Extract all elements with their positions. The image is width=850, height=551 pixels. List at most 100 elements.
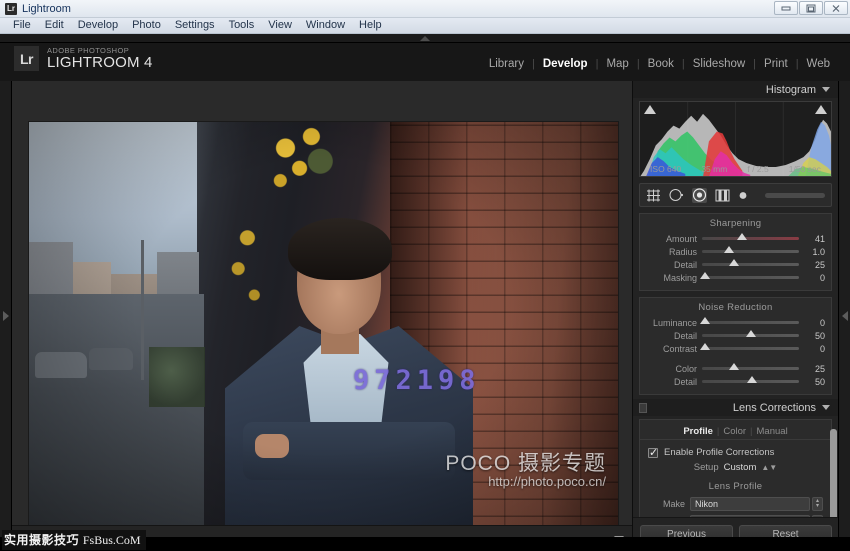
minimize-icon[interactable] bbox=[774, 1, 798, 15]
histogram-graph[interactable]: ISO 640 35 mm f / 2.5 1/50 sec bbox=[639, 101, 832, 177]
chevron-down-icon[interactable] bbox=[822, 87, 830, 92]
module-book[interactable]: Book bbox=[640, 58, 682, 70]
slider-track[interactable] bbox=[702, 330, 799, 337]
menu-file[interactable]: File bbox=[6, 18, 38, 33]
slider-detail[interactable]: Detail 25 bbox=[640, 258, 831, 271]
menu-develop[interactable]: Develop bbox=[71, 18, 125, 33]
app-icon: Lr bbox=[5, 2, 17, 15]
tab-manual[interactable]: Manual bbox=[757, 426, 788, 437]
page-watermark-en: FsBus.CoM bbox=[82, 533, 141, 547]
slider-amount[interactable]: Amount 41 bbox=[640, 232, 831, 245]
shadow-clipping-indicator[interactable] bbox=[644, 105, 656, 114]
lens-corrections-panel-header[interactable]: Lens Corrections bbox=[633, 399, 838, 416]
slider-knob[interactable] bbox=[745, 330, 756, 337]
slider-knob[interactable] bbox=[736, 233, 747, 240]
slider-track[interactable] bbox=[702, 259, 799, 266]
app-window: Lr Lightroom File Edit Develop Photo Set… bbox=[0, 0, 850, 551]
menu-help[interactable]: Help bbox=[352, 18, 389, 33]
lens-make-row[interactable]: Make Nikon ▴ ▾ bbox=[640, 495, 831, 513]
chevron-down-icon[interactable] bbox=[822, 405, 830, 410]
module-web[interactable]: Web bbox=[799, 58, 838, 70]
menu-edit[interactable]: Edit bbox=[38, 18, 71, 33]
spot-removal-tool-icon[interactable] bbox=[669, 188, 684, 203]
chevron-right-icon[interactable] bbox=[2, 311, 9, 321]
slider-color[interactable]: Color 25 bbox=[640, 362, 831, 375]
stepper-icon[interactable]: ▴▾ bbox=[812, 497, 823, 511]
crop-overlay-tool-icon[interactable] bbox=[646, 188, 661, 203]
slider-luminance[interactable]: Luminance 0 bbox=[640, 316, 831, 329]
tool-size-slider[interactable] bbox=[765, 192, 825, 198]
menu-settings[interactable]: Settings bbox=[168, 18, 222, 33]
checkbox-icon[interactable] bbox=[648, 446, 658, 459]
app-header: Lr ADOBE PHOTOSHOP LIGHTROOM 4 Library |… bbox=[0, 43, 850, 81]
slider-knob[interactable] bbox=[699, 343, 710, 350]
right-panel-collapse-strip[interactable] bbox=[838, 81, 850, 551]
close-icon[interactable] bbox=[824, 1, 848, 15]
photo-watermark-line1: POCO 摄影专题 bbox=[445, 451, 606, 475]
slider-value: 0 bbox=[819, 317, 825, 328]
slider-knob[interactable] bbox=[699, 272, 710, 279]
slider-color-detail[interactable]: Detail 50 bbox=[640, 375, 831, 388]
stepper-icon[interactable]: ▲▼ bbox=[761, 463, 777, 472]
tab-separator: | bbox=[716, 426, 720, 437]
content-row: 972198 POCO 摄影专题 http://photo.poco.cn/ Y… bbox=[0, 81, 850, 551]
module-slideshow[interactable]: Slideshow bbox=[685, 58, 753, 70]
adjustment-brush-tool-icon[interactable] bbox=[738, 188, 753, 203]
chevron-up-icon[interactable] bbox=[420, 36, 430, 41]
module-map[interactable]: Map bbox=[598, 58, 636, 70]
slider-knob[interactable] bbox=[747, 376, 758, 383]
histogram-panel-title: Histogram bbox=[765, 83, 816, 96]
slider-masking[interactable]: Masking 0 bbox=[640, 271, 831, 284]
graduated-filter-tool-icon[interactable] bbox=[715, 188, 730, 203]
enable-profile-corrections-row[interactable]: Enable Profile Corrections bbox=[640, 444, 831, 460]
slider-track[interactable] bbox=[699, 317, 799, 324]
histogram-exif-row: ISO 640 35 mm f / 2.5 1/50 sec bbox=[640, 164, 831, 174]
menu-photo[interactable]: Photo bbox=[125, 18, 168, 33]
photo-preview[interactable]: 972198 POCO 摄影专题 http://photo.poco.cn/ bbox=[29, 122, 618, 534]
slider-knob[interactable] bbox=[729, 259, 739, 266]
lens-profile-title: Lens Profile bbox=[708, 481, 763, 492]
identity-plate[interactable]: Lr ADOBE PHOTOSHOP LIGHTROOM 4 bbox=[14, 46, 153, 71]
slider-track[interactable] bbox=[702, 246, 799, 253]
slider-luminance-detail[interactable]: Detail 50 bbox=[640, 329, 831, 342]
slider-value: 41 bbox=[814, 233, 825, 244]
slider-track[interactable] bbox=[702, 363, 799, 370]
window-buttons bbox=[774, 1, 848, 15]
slider-value: 50 bbox=[814, 376, 825, 387]
menu-window[interactable]: Window bbox=[299, 18, 352, 33]
menu-view[interactable]: View bbox=[261, 18, 299, 33]
lens-make-value[interactable]: Nikon bbox=[690, 497, 810, 511]
slider-track[interactable] bbox=[699, 272, 799, 279]
module-library[interactable]: Library bbox=[481, 58, 532, 70]
tab-color[interactable]: Color bbox=[723, 426, 746, 437]
enable-profile-corrections-label: Enable Profile Corrections bbox=[664, 447, 775, 458]
lens-corrections-panel-title: Lens Corrections bbox=[732, 401, 816, 414]
setup-row[interactable]: Setup Custom ▲▼ bbox=[640, 460, 831, 477]
slider-label: Radius bbox=[668, 246, 697, 257]
highlight-clipping-indicator[interactable] bbox=[815, 105, 827, 114]
tab-profile[interactable]: Profile bbox=[683, 426, 713, 437]
slider-track[interactable] bbox=[702, 376, 799, 383]
slider-track[interactable] bbox=[699, 343, 799, 350]
histogram-panel-header[interactable]: Histogram bbox=[633, 81, 838, 98]
top-panel-collapse-strip[interactable] bbox=[0, 34, 850, 43]
slider-knob[interactable] bbox=[724, 246, 735, 253]
exif-shutter: 1/50 sec bbox=[788, 164, 821, 174]
slider-radius[interactable]: Radius 1.0 bbox=[640, 245, 831, 258]
red-eye-correction-tool-icon[interactable] bbox=[692, 187, 707, 203]
module-print[interactable]: Print bbox=[756, 58, 796, 70]
setup-value[interactable]: Custom bbox=[724, 462, 757, 473]
menu-tools[interactable]: Tools bbox=[222, 18, 262, 33]
lens-corrections-toggle-switch[interactable] bbox=[639, 402, 647, 413]
slider-track[interactable] bbox=[702, 233, 799, 240]
left-panel-collapse-strip[interactable] bbox=[0, 81, 12, 551]
slider-knob[interactable] bbox=[729, 363, 739, 370]
slider-knob[interactable] bbox=[699, 317, 710, 324]
photo-watermark: POCO 摄影专题 http://photo.poco.cn/ bbox=[445, 452, 606, 490]
photo-watermark-line2: http://photo.poco.cn/ bbox=[488, 474, 606, 490]
chevron-left-icon[interactable] bbox=[841, 311, 848, 321]
module-develop[interactable]: Develop bbox=[535, 58, 596, 70]
slider-luminance-contrast[interactable]: Contrast 0 bbox=[640, 342, 831, 355]
maximize-icon[interactable] bbox=[799, 1, 823, 15]
slider-label: Masking bbox=[663, 272, 697, 283]
